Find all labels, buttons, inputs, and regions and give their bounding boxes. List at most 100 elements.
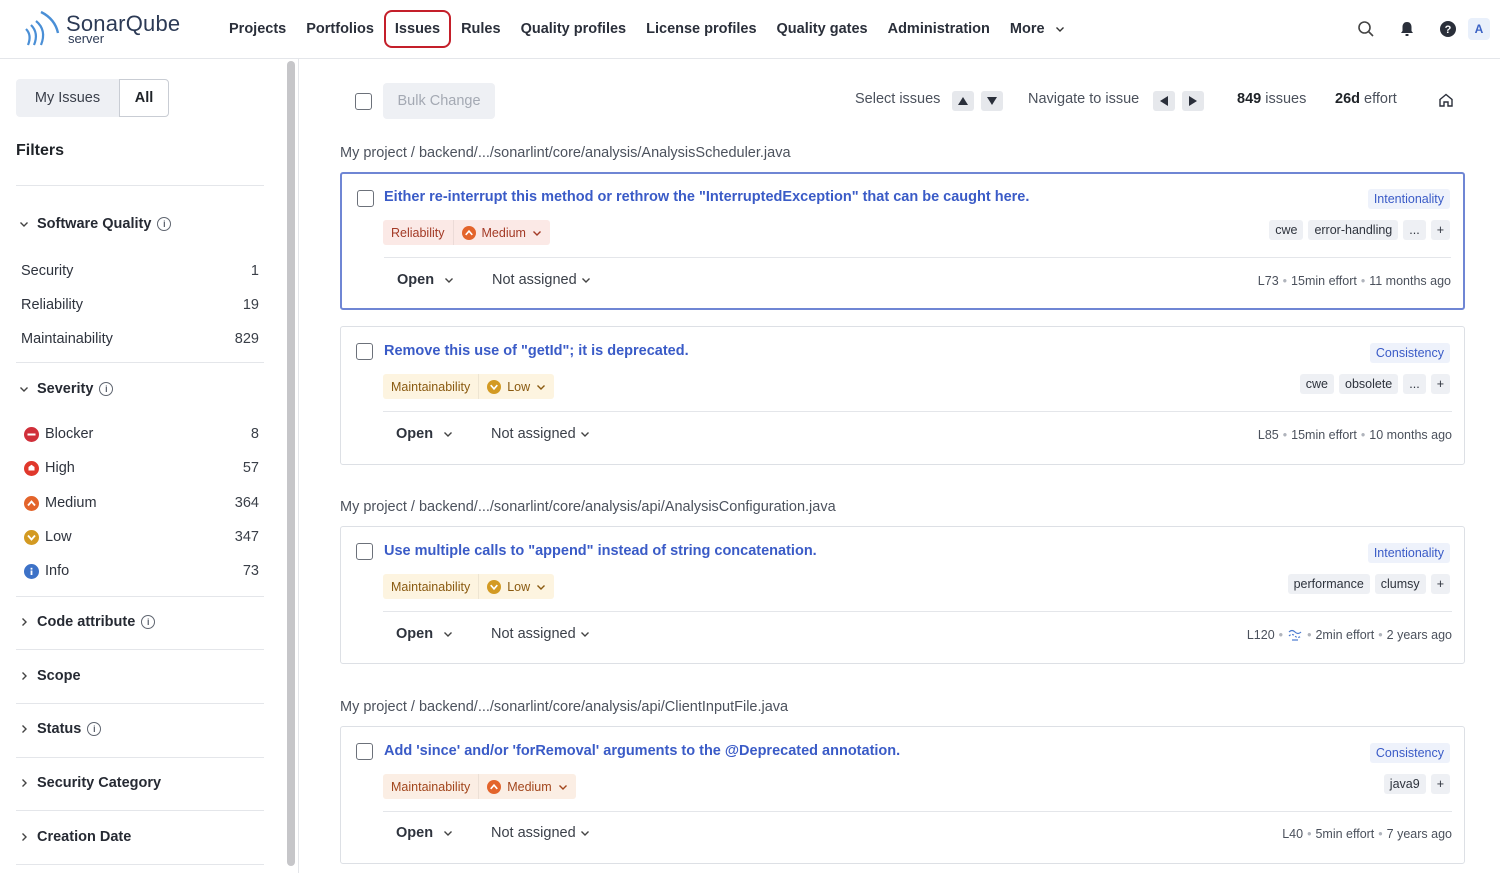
code-attribute-tag[interactable]: Consistency [1369,343,1450,363]
brand-subtitle: server [68,31,105,46]
facet-scope[interactable]: Scope [17,668,81,684]
tag: cwe [1269,220,1304,240]
help-button[interactable]: ? [1427,11,1468,47]
issue-age[interactable]: 7 years ago [1387,827,1452,841]
facet-creation-date[interactable]: Creation Date [17,829,131,845]
assignee-dropdown[interactable]: Not assigned [491,626,590,642]
facet-item-label: Low [45,529,72,545]
assignee-dropdown[interactable]: Not assigned [491,426,590,442]
issue-checkbox[interactable] [356,343,373,360]
issue-effort: 2min effort [1315,628,1375,642]
notifications-button[interactable] [1386,11,1427,47]
code-attribute-tag[interactable]: Intentionality [1367,189,1450,209]
facet-severity[interactable]: Severity i [17,381,114,397]
facet-item-count: 73 [242,563,259,579]
issue-checkbox[interactable] [356,743,373,760]
file-path[interactable]: My project / backend/.../sonarlint/core/… [340,699,788,715]
software-quality-impact[interactable]: Maintainability Low [383,574,555,599]
facet-item-high[interactable]: High 57 [24,458,259,478]
info-icon[interactable]: i [87,722,102,736]
issue-line[interactable]: L40 [1282,827,1303,841]
issue-line[interactable]: L73 [1258,274,1279,288]
bulk-change-button[interactable]: Bulk Change [383,83,495,119]
facet-item-medium[interactable]: Medium 364 [24,493,259,513]
issue-age[interactable]: 11 months ago [1369,274,1451,288]
nav-more[interactable]: More [1000,10,1075,48]
facet-software-quality[interactable]: Software Quality i [17,216,172,232]
info-icon[interactable]: i [141,615,156,629]
status-dropdown[interactable]: Open [396,426,453,442]
issue-tags[interactable]: cwe error-handling ... + [1269,220,1450,240]
my-issues-button[interactable]: My Issues [16,79,119,117]
issue-title[interactable]: Use multiple calls to "append" instead o… [384,543,817,559]
issue-tags[interactable]: java9 + [1383,774,1450,794]
status-dropdown[interactable]: Open [397,272,454,288]
facet-code-attribute[interactable]: Code attribute i [17,614,156,630]
nav-quality-profiles[interactable]: Quality profiles [511,10,637,48]
issue-tags[interactable]: cwe obsolete ... + [1299,374,1450,394]
home-button[interactable] [1438,92,1454,111]
arrow-up-key [952,91,974,111]
search-button[interactable] [1345,11,1386,47]
file-path[interactable]: My project / backend/.../sonarlint/core/… [340,145,791,161]
sidebar-scrollbar[interactable] [287,61,295,866]
issue-card[interactable]: Either re-interrupt this method or rethr… [340,172,1465,310]
all-issues-button[interactable]: All [119,79,169,117]
info-icon[interactable]: i [157,217,172,231]
issue-tags[interactable]: performance clumsy + [1287,574,1450,594]
nav-administration[interactable]: Administration [878,10,1000,48]
code-attribute-tag[interactable]: Consistency [1369,743,1450,763]
nav-issues[interactable]: Issues [383,10,452,48]
assignee-dropdown[interactable]: Not assigned [492,272,591,288]
assignee-dropdown[interactable]: Not assigned [491,825,590,841]
facet-item-reliability[interactable]: Reliability 19 [21,295,259,315]
issue-line[interactable]: L85 [1258,428,1279,442]
issue-checkbox[interactable] [357,190,374,207]
add-tag-button[interactable]: + [1430,374,1450,394]
facet-item-low[interactable]: Low 347 [24,527,259,547]
nav-portfolios[interactable]: Portfolios [296,10,384,48]
issue-age[interactable]: 2 years ago [1387,628,1452,642]
file-path[interactable]: My project / backend/.../sonarlint/core/… [340,499,836,515]
facet-divider [16,703,264,704]
issue-title[interactable]: Either re-interrupt this method or rethr… [384,189,1029,205]
facet-security-category-label: Security Category [37,775,162,791]
issue-line[interactable]: L120 [1247,628,1275,642]
issue-title[interactable]: Add 'since' and/or 'forRemoval' argument… [384,743,900,759]
issue-age[interactable]: 10 months ago [1369,428,1452,442]
software-quality-impact[interactable]: Maintainability Low [383,374,555,399]
facet-item-count: 19 [242,297,259,313]
user-avatar[interactable]: A [1468,18,1490,40]
software-quality-impact[interactable]: Maintainability Medium [383,774,576,799]
issue-checkbox[interactable] [356,543,373,560]
facet-item-label: Blocker [45,426,94,442]
nav-license-profiles[interactable]: License profiles [636,10,766,48]
status-dropdown[interactable]: Open [396,626,453,642]
facet-item-maintainability[interactable]: Maintainability 829 [21,329,259,349]
issue-card[interactable]: Use multiple calls to "append" instead o… [340,526,1465,664]
facet-divider [16,757,264,758]
facet-item-count: 347 [234,529,259,545]
facet-item-security[interactable]: Security 1 [21,261,259,281]
sonarqube-logo[interactable]: SonarQube server [22,9,192,49]
code-attribute-tag[interactable]: Intentionality [1367,543,1450,563]
software-quality-impact[interactable]: Reliability Medium [383,220,550,245]
info-icon[interactable]: i [99,382,114,396]
status-dropdown[interactable]: Open [396,825,453,841]
add-tag-button[interactable]: + [1430,574,1450,594]
nav-quality-gates[interactable]: Quality gates [767,10,878,48]
issue-card[interactable]: Remove this use of "getId"; it is deprec… [340,326,1465,465]
facet-security-category[interactable]: Security Category [17,775,161,791]
facet-item-label: Security [21,263,74,279]
add-tag-button[interactable]: + [1430,220,1450,240]
facet-status[interactable]: Status i [17,721,102,737]
issue-title[interactable]: Remove this use of "getId"; it is deprec… [384,343,689,359]
issue-card[interactable]: Add 'since' and/or 'forRemoval' argument… [340,726,1465,864]
add-tag-button[interactable]: + [1430,774,1450,794]
nav-rules[interactable]: Rules [451,10,511,48]
nav-projects[interactable]: Projects [219,10,296,48]
facet-item-blocker[interactable]: Blocker 8 [24,424,259,444]
facet-item-info[interactable]: Info 73 [24,561,259,581]
select-all-checkbox[interactable] [355,93,372,110]
issue-meta: L120 • • 2min effort • 2 years ago [1246,628,1452,642]
